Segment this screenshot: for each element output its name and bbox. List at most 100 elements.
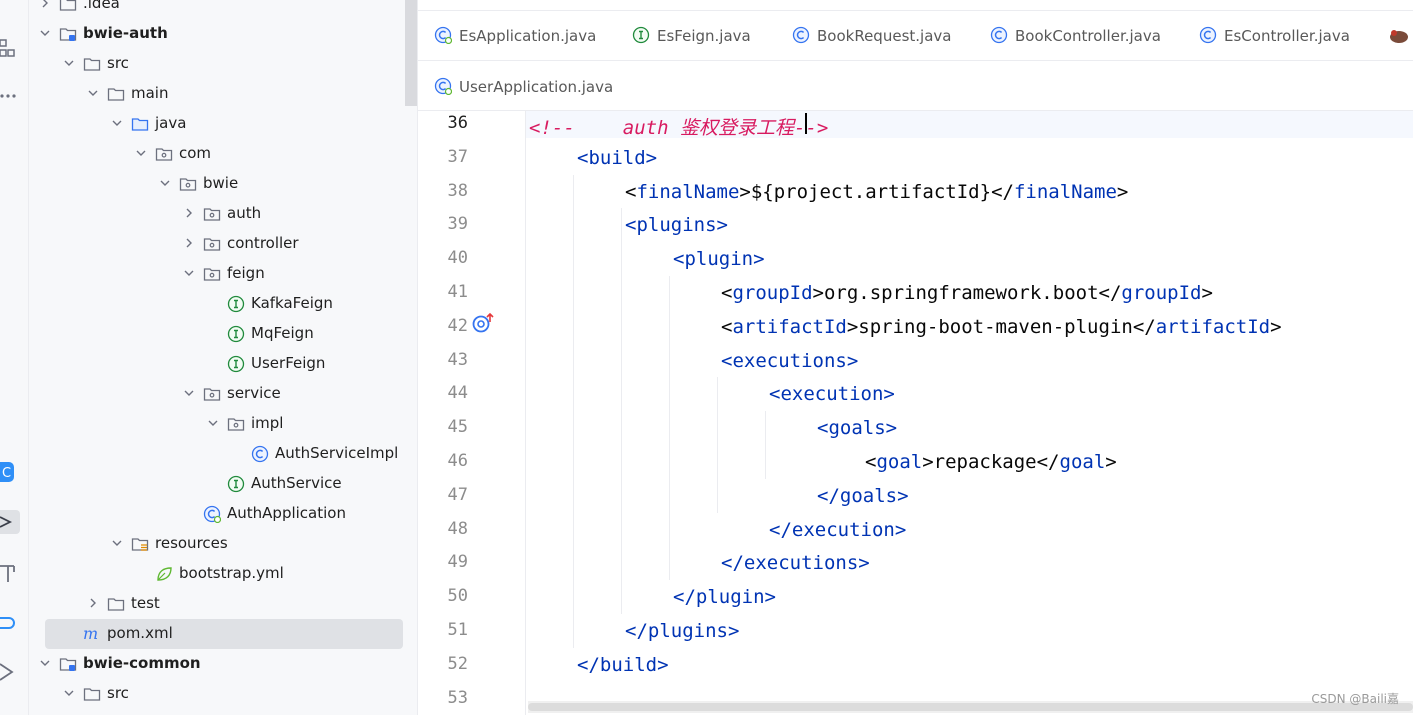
code-line[interactable]: <goal>repackage</goal>: [865, 451, 1117, 473]
line-number[interactable]: 49: [418, 552, 468, 572]
tree-row[interactable]: auth: [29, 199, 405, 229]
tree-row-label: src: [107, 684, 129, 702]
line-number[interactable]: 37: [418, 147, 468, 167]
tree-row[interactable]: com: [29, 139, 405, 169]
tree-row[interactable]: bwie-auth: [29, 19, 405, 49]
line-number[interactable]: 36: [418, 113, 468, 133]
code-line[interactable]: </plugins>: [625, 620, 739, 642]
yaml-leaf-icon: [157, 567, 172, 581]
horizontal-scrollbar[interactable]: [528, 701, 1413, 713]
chevron-down-icon[interactable]: [39, 27, 51, 39]
line-number[interactable]: 41: [418, 282, 468, 302]
tree-row[interactable]: impl: [29, 409, 405, 439]
chevron-right-icon[interactable]: [39, 0, 51, 9]
tree-row[interactable]: resources: [29, 529, 405, 559]
tree-row[interactable]: MqFeign: [29, 319, 405, 349]
code-line[interactable]: <finalName>${project.artifactId}</finalN…: [625, 181, 1128, 203]
tree-row[interactable]: AuthService: [29, 469, 405, 499]
tree-row[interactable]: controller: [29, 229, 405, 259]
tree-scrollbar[interactable]: [405, 0, 417, 715]
tree-row[interactable]: feign: [29, 259, 405, 289]
chevron-down-icon[interactable]: [63, 687, 75, 699]
chevron-down-icon[interactable]: [39, 657, 51, 669]
code-line[interactable]: <execution>: [769, 383, 895, 405]
line-number[interactable]: 43: [418, 350, 468, 370]
gutter-divider: [525, 111, 526, 715]
code-line[interactable]: </execution>: [769, 519, 906, 541]
line-number[interactable]: 52: [418, 654, 468, 674]
code-line[interactable]: </goals>: [817, 485, 909, 507]
line-number[interactable]: 39: [418, 214, 468, 234]
structure-icon[interactable]: [0, 36, 24, 60]
tree-row[interactable]: m pom.xml: [45, 619, 403, 649]
tree-row[interactable]: AuthServiceImpl: [29, 439, 405, 469]
tree-row[interactable]: .idea: [29, 0, 405, 19]
interface-icon: [632, 26, 650, 44]
tree-row[interactable]: service: [29, 379, 405, 409]
chevron-down-icon[interactable]: [111, 117, 123, 129]
line-number[interactable]: 50: [418, 586, 468, 606]
chevron-right-icon[interactable]: [183, 207, 195, 219]
tree-row-label: test: [131, 594, 160, 612]
line-number[interactable]: 53: [418, 688, 468, 708]
code-line[interactable]: <goals>: [817, 417, 897, 439]
code-line[interactable]: <build>: [577, 147, 657, 169]
code-line[interactable]: <plugins>: [625, 214, 728, 236]
code-editor[interactable]: 36 37 38 39 40 41 42 43 44 45 46 47 48 49 50 51 52 53 <!-…: [418, 111, 1413, 715]
tree-row[interactable]: UserFeign: [29, 349, 405, 379]
chevron-right-icon[interactable]: [87, 597, 99, 609]
tree-row-label: pom.xml: [107, 624, 173, 642]
line-number[interactable]: 51: [418, 620, 468, 640]
chevron-down-icon[interactable]: [183, 267, 195, 279]
tree-row[interactable]: test: [29, 589, 405, 619]
code-line-comment[interactable]: <!-- auth 鉴权登录工程-->: [529, 113, 828, 140]
tree-row[interactable]: KafkaFeign: [29, 289, 405, 319]
tree-row[interactable]: src: [29, 49, 405, 79]
tree-row[interactable]: java: [29, 109, 405, 139]
tree-row[interactable]: bwie: [29, 169, 405, 199]
tree-scrollbar-thumb[interactable]: [405, 0, 417, 106]
tree-row[interactable]: main: [29, 79, 405, 109]
tree-row[interactable]: bwie-common: [29, 649, 405, 679]
chevron-right-icon[interactable]: [183, 237, 195, 249]
line-number[interactable]: 46: [418, 451, 468, 471]
chevron-down-icon[interactable]: [87, 87, 99, 99]
run-icon[interactable]: [0, 660, 24, 684]
chevron-down-icon[interactable]: [135, 147, 147, 159]
code-line[interactable]: <groupId>org.springframework.boot</group…: [721, 282, 1213, 304]
more-icon[interactable]: [0, 84, 24, 108]
line-number[interactable]: 40: [418, 248, 468, 268]
code-line[interactable]: </executions>: [721, 552, 870, 574]
code-line[interactable]: </plugin>: [673, 586, 776, 608]
chevron-down-icon[interactable]: [63, 57, 75, 69]
code-line[interactable]: </build>: [577, 654, 669, 676]
chevron-down-icon[interactable]: [111, 537, 123, 549]
line-number[interactable]: 47: [418, 485, 468, 505]
tree-row-label: com: [179, 144, 212, 162]
code-line[interactable]: <executions>: [721, 350, 858, 372]
line-number[interactable]: 48: [418, 519, 468, 539]
code-line[interactable]: <artifactId>spring-boot-maven-plugin</ar…: [721, 316, 1282, 338]
chevron-down-icon[interactable]: [207, 417, 219, 429]
line-number[interactable]: 45: [418, 417, 468, 437]
overflow-tabs-icon[interactable]: [1388, 25, 1410, 45]
chevron-down-icon[interactable]: [183, 387, 195, 399]
spring-gutter-icon[interactable]: [471, 311, 495, 335]
class-icon: [1199, 26, 1217, 44]
services-icon[interactable]: [0, 510, 24, 534]
horizontal-scrollbar-thumb[interactable]: [528, 703, 1413, 711]
tree-row[interactable]: src: [29, 679, 405, 709]
plugin-icon[interactable]: C: [0, 460, 24, 484]
chevron-down-icon[interactable]: [159, 177, 171, 189]
code-line[interactable]: <plugin>: [673, 248, 765, 270]
endpoints-icon[interactable]: [0, 611, 24, 635]
gutter[interactable]: 36 37 38 39 40 41 42 43 44 45 46 47 48 49 50 51 52 53: [418, 111, 525, 715]
line-number[interactable]: 44: [418, 383, 468, 403]
build-icon[interactable]: [0, 560, 24, 584]
package-icon: [203, 388, 221, 401]
tree-row[interactable]: AuthApplication: [29, 499, 405, 529]
code-token: </execution>: [769, 518, 907, 541]
line-number[interactable]: 42: [418, 316, 468, 336]
line-number[interactable]: 38: [418, 181, 468, 201]
tree-row[interactable]: bootstrap.yml: [29, 559, 405, 589]
